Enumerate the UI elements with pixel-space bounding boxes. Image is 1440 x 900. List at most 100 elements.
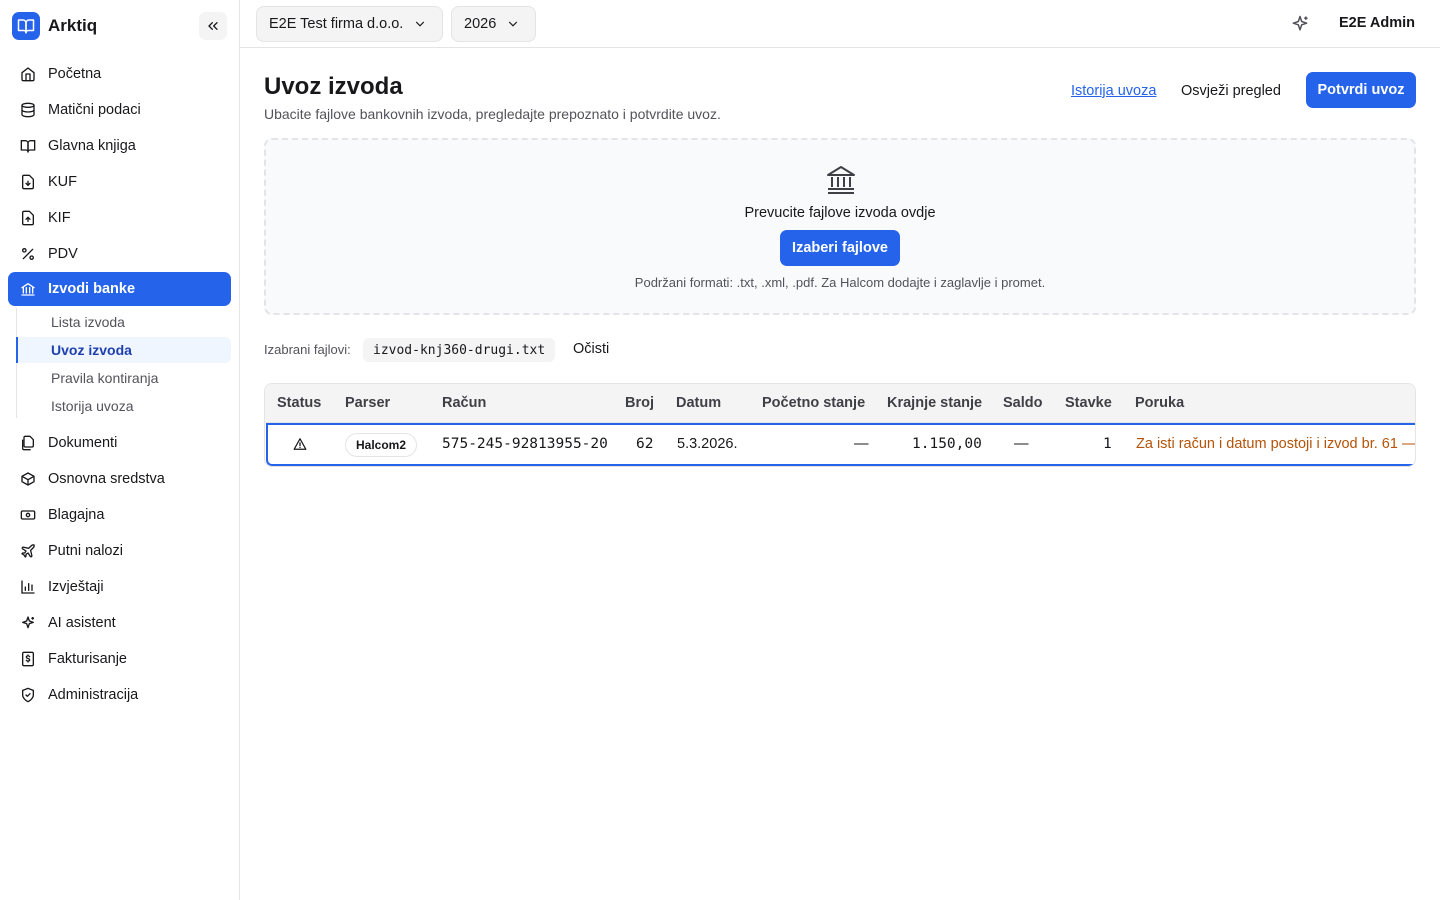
- ai-assistant-button[interactable]: [1288, 12, 1312, 36]
- sidebar-item-izvodi-banke[interactable]: Izvodi banke: [8, 272, 231, 306]
- sidebar-item-kif[interactable]: KIF: [8, 201, 231, 235]
- table-row[interactable]: Halcom2 575-245-92813955-20 62 5.3.2026.…: [266, 423, 1416, 466]
- sidebar-item-pocetna[interactable]: Početna: [8, 57, 231, 91]
- column-header: Račun: [442, 395, 487, 411]
- sidebar-item-label: AI asistent: [48, 615, 116, 631]
- refresh-preview-button[interactable]: Osvježi pregled: [1181, 83, 1281, 99]
- dropzone-title: Prevucite fajlove izvoda ovdje: [744, 205, 936, 221]
- sidebar-item-label: Početna: [48, 66, 102, 82]
- plane-icon: [21, 544, 35, 558]
- column-header: Poruka: [1135, 395, 1185, 411]
- file-upload-icon: [22, 210, 34, 226]
- sidebar-item-label: KUF: [48, 174, 77, 190]
- sidebar-item-fakturisanje[interactable]: Fakturisanje: [8, 642, 231, 676]
- column-header: Datum: [676, 395, 722, 411]
- shield-icon: [22, 687, 34, 703]
- sidebar-item-maticni-podaci[interactable]: Matični podaci: [8, 93, 231, 127]
- sidebar-item-label: Glavna knjiga: [48, 138, 136, 154]
- sidebar-subitem-lista-izvoda[interactable]: Lista izvoda: [16, 309, 231, 335]
- collapse-sidebar-button[interactable]: [199, 12, 227, 40]
- cell-balance: —: [1014, 436, 1029, 452]
- sidebar-item-ai-asistent[interactable]: AI asistent: [8, 606, 231, 640]
- sidebar-item-label: Blagajna: [48, 507, 105, 523]
- page-subtitle: Ubacite fajlove bankovnih izvoda, pregle…: [264, 106, 721, 122]
- sidebar-item-dokumenti[interactable]: Dokumenti: [8, 426, 231, 460]
- file-download-icon: [22, 174, 34, 190]
- cell-message: Za isti račun i datum postoji i izvod br…: [1136, 436, 1416, 452]
- import-preview-table: Status Parser Račun Broj Datum Početno s…: [264, 383, 1416, 467]
- sidebar-item-administracija[interactable]: Administracija: [8, 678, 231, 712]
- sidebar-item-label: Matični podaci: [48, 102, 141, 118]
- file-chip: izvod-knj360-drugi.txt: [363, 338, 556, 362]
- percent-icon: [22, 248, 34, 260]
- brand-name: Arktiq: [48, 16, 98, 35]
- chevron-down-icon: [416, 21, 425, 27]
- sidebar-item-pdv[interactable]: PDV: [8, 237, 231, 271]
- cell-number: 62: [636, 436, 654, 452]
- sidebar-item-label: Osnovna sredstva: [48, 471, 165, 487]
- clear-files-button[interactable]: Očisti: [573, 341, 609, 357]
- cell-date: 5.3.2026.: [677, 436, 738, 452]
- confirm-import-button[interactable]: Potvrdi uvoz: [1306, 72, 1416, 108]
- sparkle-icon: [1292, 15, 1308, 31]
- sidebar-item-blagajna[interactable]: Blagajna: [8, 498, 231, 532]
- file-dropzone[interactable]: Prevucite fajlove izvoda ovdje Izaberi f…: [264, 138, 1416, 315]
- year-select-value: 2026: [464, 16, 497, 32]
- dropzone-hint: Podržani formati: .txt, .xml, .pdf. Za H…: [634, 275, 1046, 290]
- import-history-link[interactable]: Istorija uvoza: [1071, 83, 1156, 99]
- sidebar-item-label: Izvještaji: [48, 579, 104, 595]
- cell-closing: 1.150,00: [912, 436, 982, 452]
- bar-chart-icon: [21, 580, 35, 594]
- sidebar-item-osnovna-sredstva[interactable]: Osnovna sredstva: [8, 462, 231, 496]
- sidebar-subitem-pravila-kontiranja[interactable]: Pravila kontiranja: [16, 365, 231, 391]
- sparkle-icon: [22, 616, 34, 629]
- company-select-value: E2E Test firma d.o.o.: [269, 16, 404, 32]
- bank-icon: [21, 283, 35, 296]
- brand[interactable]: Arktiq: [12, 12, 97, 40]
- documents-icon: [22, 435, 34, 451]
- book-open-icon: [12, 12, 40, 40]
- cell-account: 575-245-92813955-20: [442, 436, 608, 452]
- cell-opening: —: [854, 436, 869, 452]
- company-select[interactable]: E2E Test firma d.o.o.: [256, 6, 443, 42]
- cell-items: 1: [1103, 436, 1112, 452]
- invoice-icon: [22, 651, 34, 667]
- bank-icon: [826, 164, 856, 196]
- sidebar-subitem-uvoz-izvoda[interactable]: Uvoz izvoda: [16, 337, 231, 363]
- column-header: Saldo: [1003, 395, 1043, 411]
- sidebar-item-glavna-knjiga[interactable]: Glavna knjiga: [8, 129, 231, 163]
- parser-badge: Halcom2: [345, 433, 418, 457]
- selected-files-label: Izabrani fajlovi:: [264, 342, 351, 357]
- home-icon: [21, 67, 35, 82]
- box-icon: [21, 472, 35, 486]
- year-select[interactable]: 2026: [451, 6, 536, 42]
- sidebar-item-label: Izvodi banke: [48, 281, 136, 297]
- chevrons-left-icon: [208, 21, 218, 30]
- database-icon: [21, 102, 35, 118]
- topbar: E2E Test firma d.o.o. 2026 E2E Admin: [240, 0, 1440, 48]
- sidebar-item-putni-nalozi[interactable]: Putni nalozi: [8, 534, 231, 568]
- column-header: Početno stanje: [762, 395, 866, 411]
- user-menu[interactable]: E2E Admin: [1339, 15, 1415, 31]
- sidebar-item-label: Dokumenti: [48, 435, 118, 451]
- sidebar-item-label: Fakturisanje: [48, 651, 127, 667]
- sidebar-item-kuf[interactable]: KUF: [8, 165, 231, 199]
- sidebar-item-izvjestaji[interactable]: Izvještaji: [8, 570, 231, 604]
- column-header: Broj: [625, 395, 654, 411]
- sidebar-item-label: KIF: [48, 210, 71, 226]
- cash-icon: [20, 510, 36, 520]
- book-icon: [20, 140, 36, 153]
- sidebar-item-label: Putni nalozi: [48, 543, 123, 559]
- table-header: Status Parser Račun Broj Datum Početno s…: [265, 384, 1415, 423]
- choose-files-button[interactable]: Izaberi fajlove: [780, 230, 900, 266]
- sidebar-item-label: Administracija: [48, 687, 139, 703]
- warning-icon: [293, 437, 307, 456]
- chevron-down-icon: [509, 21, 518, 27]
- sidebar-item-label: PDV: [48, 246, 78, 262]
- column-header: Parser: [345, 395, 391, 411]
- column-header: Krajnje stanje: [887, 395, 983, 411]
- column-header: Status: [277, 395, 322, 411]
- sidebar: Arktiq Početna Matični podaci Glavna knj…: [0, 0, 240, 900]
- sidebar-subitem-istorija-uvoza[interactable]: Istorija uvoza: [16, 393, 231, 419]
- column-header: Stavke: [1065, 395, 1112, 411]
